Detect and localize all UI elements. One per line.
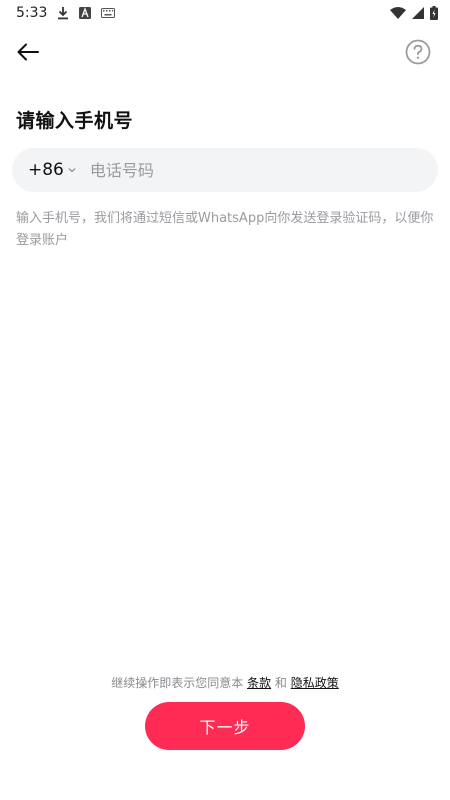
question-circle-icon: [405, 39, 431, 69]
wifi-icon: [390, 7, 406, 19]
phone-number-input[interactable]: [87, 159, 392, 181]
page-title: 请输入手机号: [16, 110, 134, 132]
a-icon: [79, 7, 92, 19]
download-icon: [57, 6, 69, 20]
signal-icon: [412, 7, 424, 19]
country-code-label: +86: [28, 160, 64, 180]
back-button[interactable]: [12, 38, 44, 70]
status-time: 5:33: [16, 5, 48, 21]
battery-icon: [430, 6, 438, 20]
chevron-down-icon: [68, 167, 76, 173]
terms-and: 和: [274, 676, 287, 690]
sms-hint-text: 输入手机号，我们将通过短信或WhatsApp向你发送登录验证码，以便你登录账户: [16, 211, 434, 248]
privacy-policy-link[interactable]: 隐私政策: [291, 676, 339, 690]
terms-link[interactable]: 条款: [247, 676, 271, 690]
status-bar-left: 5:33: [16, 5, 116, 21]
phone-input-row: +86: [12, 148, 438, 192]
status-bar: 5:33: [0, 0, 450, 26]
terms-notice: 继续操作即表示您同意本 条款 和 隐私政策: [0, 674, 450, 691]
phone-login-screen: 5:33 请输入手机号 +86 电话号码 输入手机号，我们将通过短信或Whats…: [0, 0, 450, 800]
keyboard-icon: [101, 8, 116, 18]
country-code-selector[interactable]: +86: [28, 160, 76, 180]
arrow-left-icon: [17, 43, 39, 65]
top-nav: [0, 32, 450, 76]
next-button[interactable]: 下一步: [145, 702, 305, 750]
status-bar-right: [390, 6, 438, 20]
terms-prefix: 继续操作即表示您同意本: [111, 676, 244, 690]
help-button[interactable]: [404, 39, 432, 69]
